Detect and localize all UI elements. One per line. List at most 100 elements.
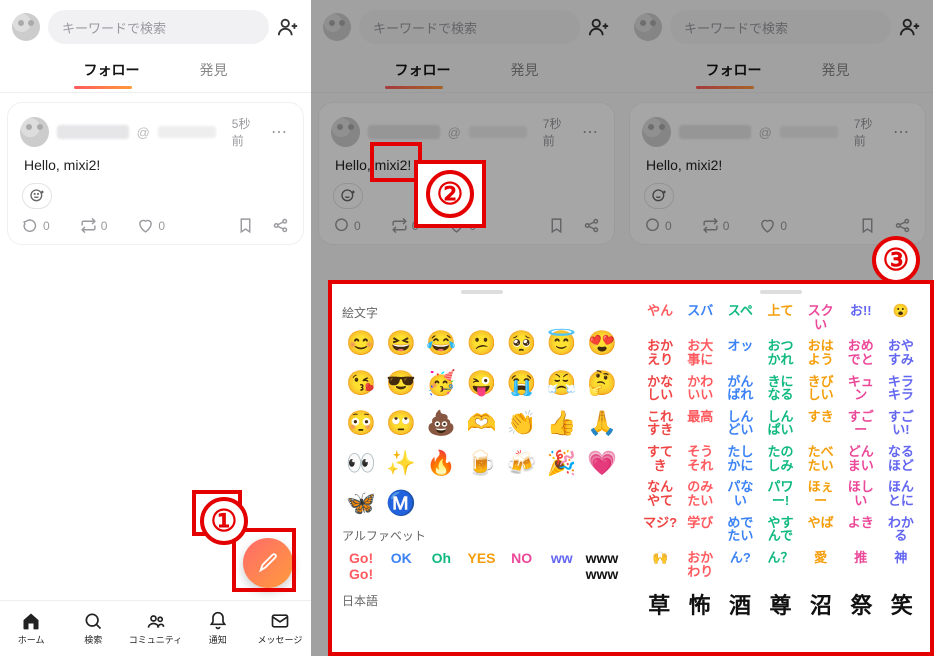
reaction-item[interactable]: 👏 bbox=[503, 407, 541, 441]
search-input[interactable]: キーワードで検索 bbox=[359, 10, 580, 44]
reaction-item[interactable]: スクい bbox=[802, 304, 840, 331]
reaction-item[interactable]: 笑 bbox=[884, 588, 920, 620]
reaction-item[interactable]: 😕 bbox=[462, 327, 500, 361]
reaction-item[interactable]: 🙏 bbox=[583, 407, 621, 441]
reaction-item[interactable]: きになる bbox=[761, 375, 799, 402]
tab-discover[interactable]: 発見 bbox=[198, 54, 230, 86]
tab-follow[interactable]: フォロー bbox=[393, 54, 453, 86]
reaction-item[interactable]: しんぱい bbox=[761, 410, 799, 437]
like-button[interactable]: 0 bbox=[759, 217, 787, 234]
reaction-item[interactable]: 😘 bbox=[342, 367, 380, 401]
reaction-item[interactable]: おかえり bbox=[641, 339, 679, 366]
nav-search[interactable]: 検索 bbox=[62, 601, 124, 656]
reaction-item[interactable]: これすき bbox=[641, 410, 679, 437]
reaction-item[interactable]: ww bbox=[543, 550, 581, 582]
reaction-item[interactable]: 😂 bbox=[422, 327, 460, 361]
tab-follow[interactable]: フォロー bbox=[82, 54, 142, 86]
reaction-item[interactable]: 怖 bbox=[681, 588, 717, 620]
reaction-item[interactable]: 😜 bbox=[462, 367, 500, 401]
avatar[interactable] bbox=[634, 13, 662, 41]
search-input[interactable]: キーワードで検索 bbox=[48, 10, 269, 44]
reaction-item[interactable]: やば bbox=[802, 516, 840, 543]
reaction-item[interactable]: 😍 bbox=[583, 327, 621, 361]
reaction-item[interactable]: お!! bbox=[842, 304, 880, 331]
reaction-item[interactable]: なんやて bbox=[641, 480, 679, 507]
reaction-item[interactable]: 😮 bbox=[882, 304, 920, 331]
add-friend-icon[interactable] bbox=[277, 16, 299, 38]
reaction-item[interactable]: お大事に bbox=[681, 339, 719, 366]
reaction-item[interactable]: かわいい bbox=[681, 375, 719, 402]
nav-notifications[interactable]: 通知 bbox=[187, 601, 249, 656]
reaction-item[interactable]: ✨ bbox=[382, 447, 420, 481]
reaction-item[interactable]: 💗 bbox=[583, 447, 621, 481]
reaction-item[interactable]: すごー bbox=[842, 410, 880, 437]
add-reaction-button[interactable] bbox=[22, 183, 52, 209]
reaction-item[interactable]: 祭 bbox=[843, 588, 879, 620]
reaction-item[interactable]: 😆 bbox=[382, 327, 420, 361]
reaction-item[interactable]: めでたい bbox=[721, 516, 759, 543]
reaction-item[interactable]: 尊 bbox=[762, 588, 798, 620]
reaction-item[interactable]: 🔥 bbox=[422, 447, 460, 481]
reaction-item[interactable]: キラキラ bbox=[882, 375, 920, 402]
reaction-item[interactable]: 🫶 bbox=[462, 407, 500, 441]
reaction-item[interactable]: Ⓜ️ bbox=[382, 487, 420, 521]
reaction-item[interactable]: おやすみ bbox=[882, 339, 920, 366]
reaction-item[interactable]: ん? bbox=[721, 551, 759, 578]
reaction-item[interactable]: 🥺 bbox=[503, 327, 541, 361]
reaction-item[interactable]: 学び bbox=[681, 516, 719, 543]
reaction-item[interactable]: ほぇー bbox=[802, 480, 840, 507]
reaction-item[interactable]: 🙄 bbox=[382, 407, 420, 441]
reaction-item[interactable]: そうそれ bbox=[681, 445, 719, 472]
reaction-item[interactable]: 🦋 bbox=[342, 487, 380, 521]
post-menu-icon[interactable]: ⋯ bbox=[580, 122, 600, 142]
add-friend-icon[interactable] bbox=[899, 16, 921, 38]
reaction-item[interactable]: ほんとに bbox=[882, 480, 920, 507]
tab-discover[interactable]: 発見 bbox=[509, 54, 541, 86]
reaction-item[interactable]: スペ bbox=[721, 304, 759, 331]
reaction-item[interactable]: きびしい bbox=[802, 375, 840, 402]
reaction-item[interactable]: 👍 bbox=[543, 407, 581, 441]
reaction-item[interactable]: 沼 bbox=[803, 588, 839, 620]
share-button[interactable] bbox=[272, 217, 289, 234]
reaction-item[interactable]: 😭 bbox=[503, 367, 541, 401]
add-reaction-button[interactable] bbox=[333, 183, 363, 209]
reaction-item[interactable]: 😇 bbox=[543, 327, 581, 361]
reaction-item[interactable]: 😊 bbox=[342, 327, 380, 361]
reaction-item[interactable]: 😤 bbox=[543, 367, 581, 401]
reaction-item[interactable]: おめでと bbox=[842, 339, 880, 366]
nav-community[interactable]: コミュニティ bbox=[124, 601, 186, 656]
avatar[interactable] bbox=[12, 13, 40, 41]
nav-home[interactable]: ホーム bbox=[0, 601, 62, 656]
reaction-item[interactable]: 🤔 bbox=[583, 367, 621, 401]
comment-button[interactable]: 0 bbox=[644, 217, 672, 234]
reaction-item[interactable]: www www bbox=[583, 550, 621, 582]
avatar[interactable] bbox=[323, 13, 351, 41]
reaction-item[interactable]: おかわり bbox=[681, 551, 719, 578]
add-reaction-button[interactable] bbox=[644, 183, 674, 209]
reaction-item[interactable]: おつかれ bbox=[761, 339, 799, 366]
reaction-item[interactable]: 酒 bbox=[722, 588, 758, 620]
reaction-item[interactable]: 🙌 bbox=[641, 551, 679, 578]
reaction-item[interactable]: オッ bbox=[721, 339, 759, 366]
reaction-item[interactable]: スバ bbox=[681, 304, 719, 331]
repost-button[interactable]: 0 bbox=[702, 217, 730, 234]
reaction-item[interactable]: どんまい bbox=[842, 445, 880, 472]
reaction-item[interactable]: がんばれ bbox=[721, 375, 759, 402]
reaction-item[interactable]: NO bbox=[503, 550, 541, 582]
post-avatar[interactable] bbox=[331, 117, 360, 147]
tab-follow[interactable]: フォロー bbox=[704, 54, 764, 86]
reaction-item[interactable]: 🎉 bbox=[543, 447, 581, 481]
reaction-item[interactable]: 🥳 bbox=[422, 367, 460, 401]
reaction-item[interactable]: 👀 bbox=[342, 447, 380, 481]
repost-button[interactable]: 0 bbox=[80, 217, 108, 234]
sheet-handle[interactable] bbox=[760, 290, 802, 294]
reaction-item[interactable]: ん？ bbox=[761, 551, 799, 578]
reaction-item[interactable]: たしかに bbox=[721, 445, 759, 472]
reaction-item[interactable]: すてき bbox=[641, 445, 679, 472]
reaction-item[interactable]: 神 bbox=[882, 551, 920, 578]
reaction-item[interactable]: たべたい bbox=[802, 445, 840, 472]
reaction-item[interactable]: キュン bbox=[842, 375, 880, 402]
reaction-item[interactable]: すごい! bbox=[882, 410, 920, 437]
share-button[interactable] bbox=[894, 217, 911, 234]
reaction-item[interactable]: 😳 bbox=[342, 407, 380, 441]
